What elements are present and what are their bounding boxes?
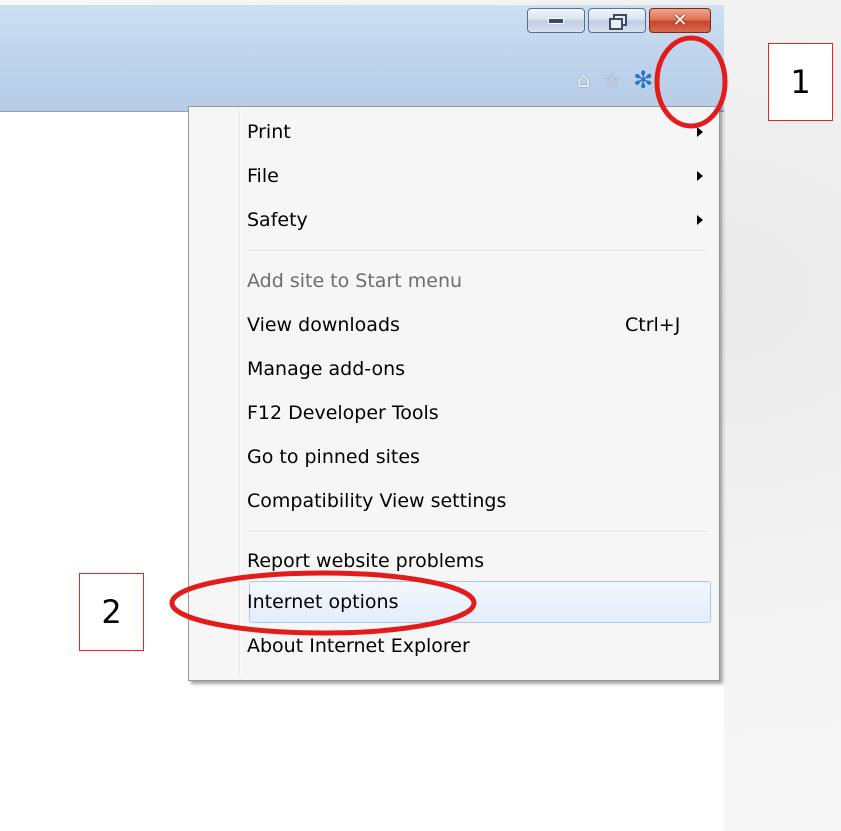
callout-1: 1 [768, 43, 833, 121]
menu-item-label: Add site to Start menu [247, 270, 463, 292]
close-button[interactable]: ✕ [649, 8, 711, 33]
menu-item-label: Safety [247, 209, 308, 231]
menu-item-manage-add-ons[interactable]: Manage add-ons [247, 350, 707, 388]
menu-item-label: Print [247, 121, 291, 143]
menu-gutter [239, 111, 241, 676]
callout-number: 1 [790, 63, 811, 101]
menu-item-safety[interactable]: Safety [247, 201, 707, 239]
menu-item-label: Manage add-ons [247, 358, 406, 380]
home-icon[interactable]: ⌂ [577, 69, 590, 91]
submenu-arrow-icon [697, 127, 703, 137]
callout-number: 2 [101, 593, 122, 631]
menu-item-print[interactable]: Print [247, 113, 707, 151]
tools-menu: Print File Safety Add site to Start menu… [188, 106, 720, 681]
restore-button[interactable] [588, 8, 646, 33]
menu-item-view-downloads[interactable]: View downloads Ctrl+J [247, 306, 707, 344]
minimize-button[interactable] [527, 8, 585, 33]
minimize-icon [548, 17, 564, 24]
callout-2: 2 [79, 573, 144, 651]
restore-icon [609, 13, 627, 30]
menu-item-internet-options[interactable]: Internet options [247, 583, 707, 621]
caption-buttons: ✕ [527, 8, 711, 34]
menu-separator [247, 250, 707, 252]
menu-item-compatibility-view-settings[interactable]: Compatibility View settings [247, 482, 707, 520]
menu-item-label: View downloads [247, 314, 400, 336]
menu-item-report-website-problems[interactable]: Report website problems [247, 542, 707, 580]
menu-item-add-site-to-start: Add site to Start menu [247, 262, 707, 300]
submenu-arrow-icon [697, 215, 703, 225]
menu-item-go-to-pinned-sites[interactable]: Go to pinned sites [247, 438, 707, 476]
menu-item-label: File [247, 165, 279, 187]
menu-item-f12-developer-tools[interactable]: F12 Developer Tools [247, 394, 707, 432]
gear-icon[interactable]: ✻ [633, 68, 653, 92]
menu-item-label: Compatibility View settings [247, 490, 507, 512]
submenu-arrow-icon [697, 171, 703, 181]
close-icon: ✕ [672, 9, 688, 31]
browser-toolbar: ✕ ⌂ ☆ ✻ [0, 5, 724, 112]
menu-item-label: Report website problems [247, 550, 485, 572]
menu-item-file[interactable]: File [247, 157, 707, 195]
star-icon[interactable]: ☆ [602, 69, 621, 91]
menu-item-about-internet-explorer[interactable]: About Internet Explorer [247, 627, 707, 665]
menu-item-label: About Internet Explorer [247, 635, 470, 657]
toolbar-icons: ⌂ ☆ ✻ [577, 68, 653, 92]
menu-separator [247, 531, 707, 533]
menu-item-shortcut: Ctrl+J [625, 314, 681, 336]
menu-item-label: Go to pinned sites [247, 446, 420, 468]
menu-item-label: Internet options [247, 591, 399, 613]
menu-item-label: F12 Developer Tools [247, 402, 439, 424]
